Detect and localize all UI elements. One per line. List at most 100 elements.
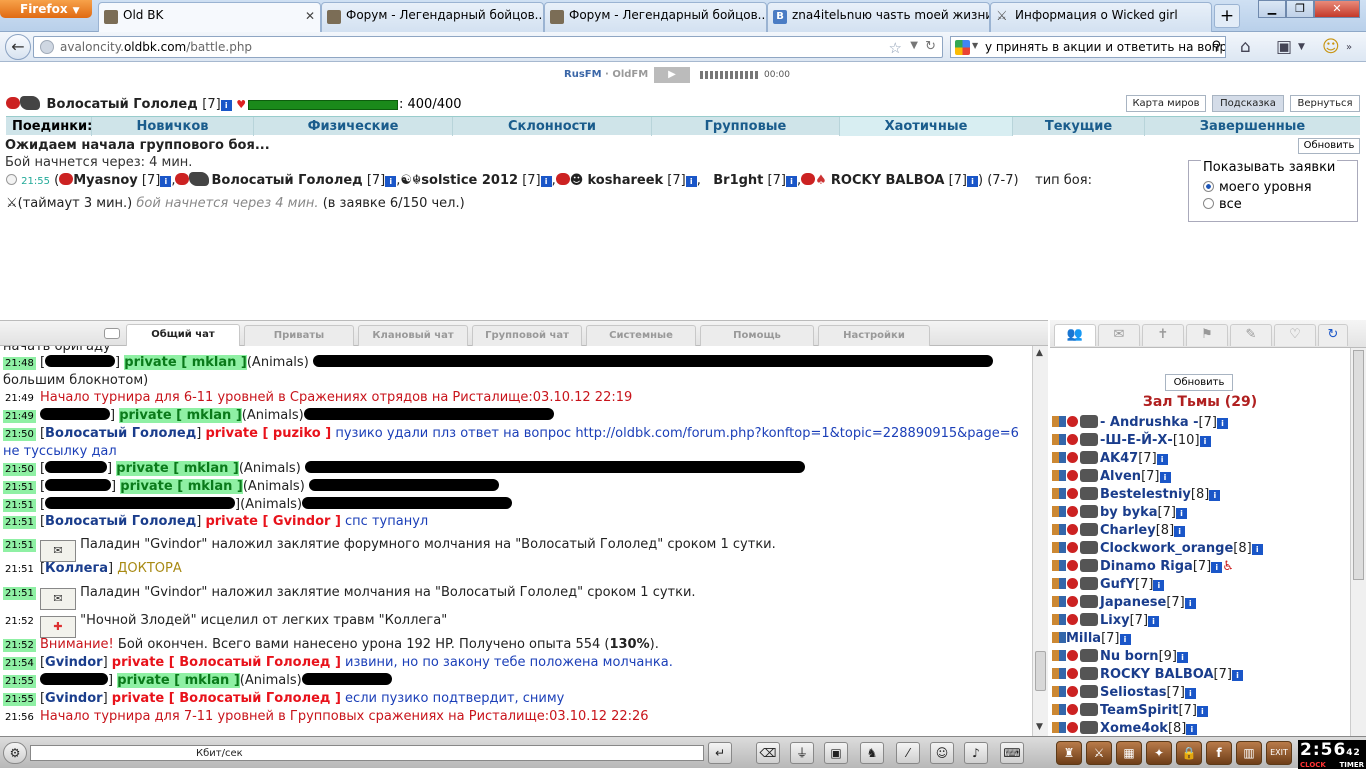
private-arrow-icon[interactable] <box>1052 452 1066 463</box>
room-user[interactable]: TeamSpirit[7] i <box>1052 703 1208 718</box>
info-icon[interactable]: i <box>1156 454 1168 465</box>
message-time[interactable]: 21:55 <box>3 693 36 706</box>
close-icon[interactable]: ✕ <box>305 9 315 23</box>
user-name[interactable]: - Andrushka - <box>1100 415 1199 430</box>
private-arrow-icon[interactable] <box>1052 434 1066 445</box>
back-arrow-icon[interactable]: ← <box>5 34 31 60</box>
translit-icon[interactable]: ⌨ <box>1000 742 1024 764</box>
user-name[interactable]: Japanese <box>1100 595 1166 610</box>
room-scrollbar[interactable] <box>1350 348 1366 736</box>
info-icon[interactable]: i <box>1175 508 1187 519</box>
room-user[interactable]: by byka[7] i <box>1052 505 1187 520</box>
message-sender[interactable]: Коллега <box>45 561 108 576</box>
user-name[interactable]: GufY <box>1100 577 1135 592</box>
private-arrow-icon[interactable] <box>1052 704 1066 715</box>
duel-tab-finished[interactable]: Завершенные <box>1144 117 1360 136</box>
info-icon[interactable]: i <box>1184 688 1196 699</box>
room-user[interactable]: GufY[7] i <box>1052 577 1165 592</box>
user-name[interactable]: Nu born <box>1100 649 1159 664</box>
search-icon[interactable]: ⚲ <box>1211 39 1221 54</box>
window-close-button[interactable]: ✕ <box>1314 0 1360 18</box>
info-icon[interactable]: i <box>540 176 552 187</box>
tab-help[interactable]: Помощь <box>700 325 814 346</box>
message-time[interactable]: 21:52 <box>3 639 36 652</box>
chat-input-field[interactable] <box>31 746 703 761</box>
participant-name[interactable]: Волосатый Гололед <box>211 173 362 188</box>
private-arrow-icon[interactable] <box>1052 596 1066 607</box>
radio-unselected-icon[interactable] <box>1203 198 1214 209</box>
bookmarks-icon[interactable]: ▣ <box>1276 37 1292 57</box>
private-arrow-icon[interactable] <box>1052 650 1066 661</box>
info-icon[interactable]: i <box>1119 634 1131 645</box>
inventory-icon[interactable]: ▦ <box>1116 741 1142 765</box>
participant-name[interactable]: koshareek <box>587 173 663 188</box>
user-name[interactable]: ROCKY BALBOA <box>1100 667 1214 682</box>
private-arrow-icon[interactable] <box>1052 668 1066 679</box>
room-user[interactable]: Charley[8] i <box>1052 523 1186 538</box>
send-icon[interactable]: ↵ <box>708 742 732 764</box>
message-sender[interactable]: Волосатый Гололед <box>45 426 196 441</box>
smiley-icon[interactable]: ☺ <box>930 742 954 764</box>
private-arrow-icon[interactable] <box>1052 632 1066 643</box>
map-icon[interactable]: ✦ <box>1146 741 1172 765</box>
user-name[interactable]: AK47 <box>1100 451 1138 466</box>
reload-icon[interactable]: ↻ <box>925 39 936 54</box>
tab-system[interactable]: Системные <box>586 325 696 346</box>
duel-tab-group[interactable]: Групповые <box>651 117 839 136</box>
user-name[interactable]: Xome4ok <box>1100 721 1168 736</box>
message-recipient[interactable]: private [ mklan ] <box>117 673 240 688</box>
user-name[interactable]: Clockwork_orange <box>1100 541 1233 556</box>
info-icon[interactable]: i <box>1216 418 1228 429</box>
info-icon[interactable]: i <box>1209 490 1221 501</box>
room-user[interactable]: - Andrushka -[7] i <box>1052 415 1228 430</box>
restore-button[interactable]: ❐ <box>1286 0 1314 18</box>
option-my-level[interactable]: моего уровня <box>1203 180 1312 195</box>
info-icon[interactable]: i <box>1159 472 1171 483</box>
user-name[interactable]: Bestelestniy <box>1100 487 1191 502</box>
message-time[interactable]: 21:49 <box>3 410 36 423</box>
f-icon[interactable]: f <box>1206 741 1232 765</box>
info-icon[interactable]: i <box>160 176 172 187</box>
tab-clan-chat[interactable]: Клановый чат <box>358 325 468 346</box>
room-user[interactable]: Alven[7] i <box>1052 469 1171 484</box>
participant-name[interactable]: solstice 2012 <box>421 173 518 188</box>
message-recipient[interactable]: private [ puziko ] <box>205 426 331 441</box>
bag-icon[interactable]: ♜ <box>1056 741 1082 765</box>
message-sender[interactable]: Волосатый Гололед <box>45 514 196 529</box>
radio-selected-icon[interactable] <box>1203 181 1214 192</box>
info-icon[interactable]: i <box>1186 724 1198 735</box>
info-icon[interactable]: i <box>1211 562 1223 573</box>
url-bar[interactable]: avaloncity.oldbk.com/battle.php ☆ ▼ ↻ <box>33 36 943 58</box>
battle-icon[interactable]: ⚔ <box>1086 741 1112 765</box>
message-time[interactable]: 21:51 <box>3 563 36 576</box>
save-icon[interactable]: ▣ <box>824 742 848 764</box>
radio-station-1[interactable]: RusFM <box>564 69 602 80</box>
room-user[interactable]: Clockwork_orange[8] i <box>1052 541 1263 556</box>
tab-forum-2[interactable]: Форум - Легендарный бойцов... <box>544 2 767 32</box>
room-user[interactable]: -Ш-Е-Й-Х-[10] i <box>1052 433 1211 448</box>
participant-name[interactable]: Myasnoy <box>73 173 138 188</box>
message-sender[interactable]: Gvindor <box>45 691 103 706</box>
message-time[interactable]: 21:55 <box>3 675 36 688</box>
user-name[interactable]: Dinamo Riga <box>1100 559 1193 574</box>
sound-icon[interactable]: ♪ <box>964 742 988 764</box>
room-user[interactable]: ROCKY BALBOA[7] i <box>1052 667 1243 682</box>
message-recipient[interactable]: private [ mklan ] <box>124 355 247 370</box>
message-time[interactable]: 21:51 <box>3 499 36 512</box>
tab-old-bk[interactable]: Old BK ✕ <box>98 2 321 32</box>
message-recipient[interactable]: private [ mklan ] <box>119 408 242 423</box>
message-time[interactable]: 21:51 <box>3 539 36 552</box>
user-name[interactable]: Milla <box>1066 631 1101 646</box>
private-arrow-icon[interactable] <box>1052 578 1066 589</box>
message-time[interactable]: 21:56 <box>3 711 36 724</box>
addon-monkey-icon[interactable]: ☺ <box>1322 37 1340 57</box>
private-arrow-icon[interactable] <box>1052 560 1066 571</box>
message-time[interactable]: 21:51 <box>3 587 36 600</box>
world-map-button[interactable]: Карта миров <box>1126 95 1206 112</box>
room-user[interactable]: Lixy[7] i <box>1052 613 1160 628</box>
message-time[interactable]: 21:50 <box>3 463 36 476</box>
info-icon[interactable]: i <box>1196 706 1208 717</box>
option-all[interactable]: все <box>1203 197 1242 212</box>
private-arrow-icon[interactable] <box>1052 686 1066 697</box>
info-icon[interactable]: i <box>1199 436 1211 447</box>
